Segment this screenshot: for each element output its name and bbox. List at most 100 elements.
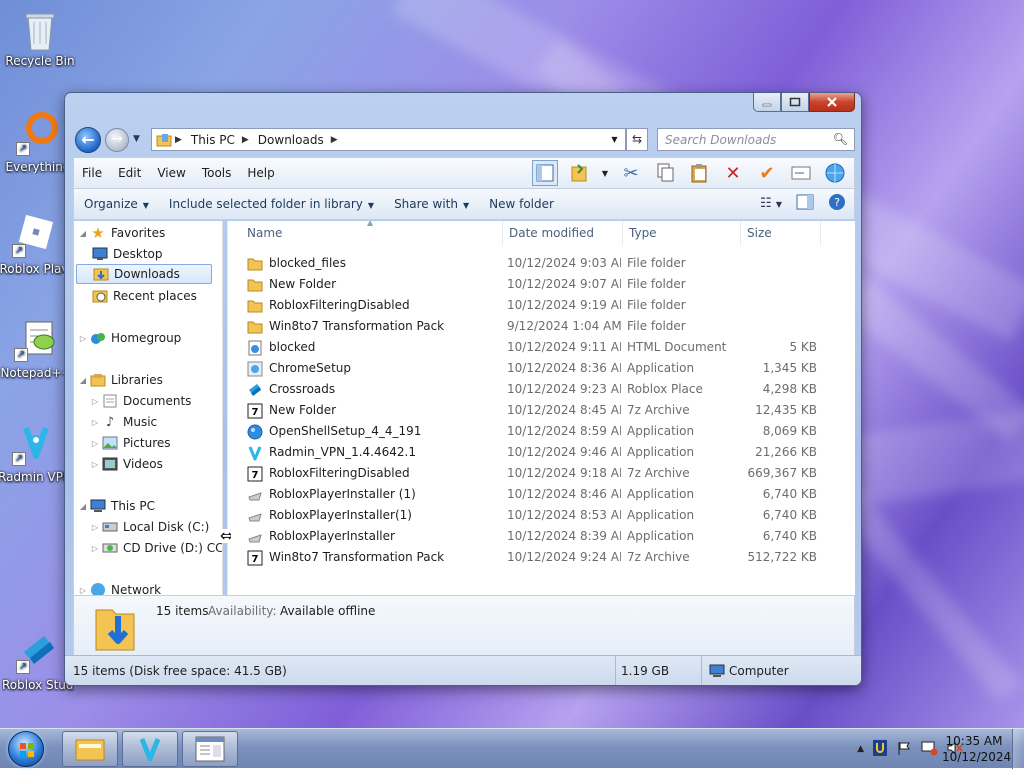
nav-libraries[interactable]: ◢ Libraries [78, 370, 163, 390]
forward-button[interactable]: → [105, 128, 129, 152]
file-row[interactable]: RobloxPlayerInstaller (1) 10/12/2024 8:46… [231, 484, 831, 505]
nav-downloads[interactable]: Downloads [76, 264, 212, 284]
file-row[interactable]: ChromeSetup 10/12/2024 8:36 AM Application… [231, 358, 831, 379]
file-row[interactable]: blocked 10/12/2024 9:11 AM HTML Document 5 … [231, 337, 831, 358]
column-header-date[interactable]: Date modified [503, 221, 623, 245]
cut-icon[interactable]: ✂ [618, 160, 644, 186]
menu-tools[interactable]: Tools [194, 166, 240, 180]
expand-arrow-icon[interactable]: ▷ [90, 418, 100, 427]
properties-dropdown-icon[interactable]: ▼ [600, 160, 610, 186]
nav-videos[interactable]: ▷ Videos [90, 454, 163, 474]
copy-icon[interactable] [652, 160, 678, 186]
view-options-icon[interactable]: ☷ ▼ [760, 196, 782, 211]
desktop-icon-notepad-plus-plus[interactable]: ↗ Notepad++ [0, 318, 72, 380]
start-button[interactable] [2, 729, 50, 769]
column-header-name[interactable]: Name [241, 221, 503, 245]
nav-local-disk[interactable]: ▷ Local Disk (C:) [90, 517, 209, 537]
nav-documents[interactable]: ▷ Documents [90, 391, 192, 411]
desktop-icon-radmin-vpn[interactable]: ↗ Radmin VPN [0, 422, 70, 484]
address-history-dropdown[interactable]: ▼ [604, 128, 626, 151]
folder-icon [247, 319, 263, 335]
window-controls [753, 93, 855, 112]
include-in-library-button[interactable]: Include selected folder in library ▼ [159, 197, 384, 211]
file-row[interactable]: 7 New Folder 10/12/2024 8:45 AM 7z Archive 1… [231, 400, 831, 421]
nav-this-pc[interactable]: ◢ This PC [78, 496, 155, 516]
nav-recent-places[interactable]: Recent places [90, 286, 197, 306]
expand-arrow-icon[interactable]: ▷ [90, 439, 100, 448]
expand-arrow-icon[interactable]: ◢ [78, 229, 88, 238]
menu-edit[interactable]: Edit [110, 166, 149, 180]
expand-arrow-icon[interactable]: ◢ [78, 502, 88, 511]
expand-arrow-icon[interactable]: ▷ [90, 523, 100, 532]
tray-app-icon[interactable] [872, 739, 888, 760]
explorer-window[interactable]: ← → ▼ ▶ This PC ▶ Downloads ▶ ▼ ⇆ Search… [64, 92, 862, 686]
address-bar[interactable]: ▶ This PC ▶ Downloads ▶ [151, 128, 625, 151]
expand-arrow-icon[interactable]: ▷ [90, 544, 100, 553]
menu-help[interactable]: Help [239, 166, 282, 180]
column-header-size[interactable]: Size [741, 221, 821, 245]
close-button[interactable] [809, 93, 855, 112]
properties-icon[interactable] [566, 160, 592, 186]
column-header-type[interactable]: Type [623, 221, 741, 245]
checkmark-icon[interactable]: ✔ [754, 160, 780, 186]
desktop-icon-roblox-player[interactable]: ↗ Roblox Play [0, 214, 70, 276]
taskbar-explorer-button[interactable] [62, 731, 118, 767]
minimize-button[interactable] [753, 93, 781, 112]
rename-icon[interactable] [788, 160, 814, 186]
file-row[interactable]: 7 Win8to7 Transformation Pack 10/12/2024 9… [231, 547, 831, 568]
share-with-button[interactable]: Share with ▼ [384, 197, 479, 211]
nav-cd-drive[interactable]: ▷ CD Drive (D:) CC [90, 538, 223, 558]
clock[interactable]: 10:35 AM 10/12/2024 [942, 733, 1011, 765]
file-row[interactable]: OpenShellSetup_4_4_191 10/12/2024 8:59 AM… [231, 421, 831, 442]
file-row[interactable]: blocked_files 10/12/2024 9:03 AM File fold… [231, 253, 831, 274]
paste-icon[interactable] [686, 160, 712, 186]
menu-file[interactable]: File [74, 166, 110, 180]
breadcrumb-downloads[interactable]: Downloads [258, 133, 324, 147]
show-hidden-icons-icon[interactable]: ▲ [857, 744, 864, 754]
file-size: 669,367 KB [747, 466, 817, 480]
taskbar-radmin-vpn-button[interactable] [122, 731, 178, 767]
nav-music[interactable]: ▷ ♪ Music [90, 412, 157, 432]
search-icon[interactable]: 🔍︎ [833, 132, 848, 146]
network-status-icon[interactable] [920, 740, 938, 759]
file-type: File folder [627, 319, 686, 333]
file-row[interactable]: RobloxFilteringDisabled 10/12/2024 9:19 A… [231, 295, 831, 316]
nav-pictures[interactable]: ▷ Pictures [90, 433, 171, 453]
file-row[interactable]: Win8to7 Transformation Pack 9/12/2024 1:0… [231, 316, 831, 337]
preview-pane-icon[interactable] [532, 160, 558, 186]
expand-arrow-icon[interactable]: ▷ [90, 397, 100, 406]
file-row[interactable]: Radmin_VPN_1.4.4642.1 10/12/2024 9:46 AM A… [231, 442, 831, 463]
help-icon[interactable]: ? [828, 193, 846, 214]
folder-icon [247, 298, 263, 314]
desktop-icon-recycle-bin[interactable]: Recycle Bin [4, 6, 76, 68]
file-row[interactable]: New Folder 10/12/2024 9:07 AM File folder [231, 274, 831, 295]
expand-arrow-icon[interactable]: ▷ [78, 334, 88, 343]
nav-favorites[interactable]: ◢ ★ Favorites [78, 223, 165, 243]
recent-locations-dropdown[interactable]: ▼ [133, 134, 143, 144]
back-button[interactable]: ← [75, 127, 101, 153]
nav-desktop[interactable]: Desktop [90, 244, 163, 264]
file-row[interactable]: 7 RobloxFilteringDisabled 10/12/2024 9:18 … [231, 463, 831, 484]
taskbar-window-button[interactable] [182, 731, 238, 767]
new-folder-button[interactable]: New folder [479, 197, 564, 211]
action-center-flag-icon[interactable] [896, 740, 912, 759]
globe-icon[interactable] [822, 160, 848, 186]
expand-arrow-icon[interactable]: ◢ [78, 376, 88, 385]
menu-view[interactable]: View [149, 166, 193, 180]
nav-homegroup[interactable]: ▷ Homegroup [78, 328, 181, 348]
organize-button[interactable]: Organize ▼ [74, 197, 159, 211]
refresh-button[interactable]: ⇆ [626, 128, 648, 151]
nav-network[interactable]: ▷ Network [78, 580, 161, 595]
breadcrumb-this-pc[interactable]: This PC [191, 133, 235, 147]
preview-pane-toggle-icon[interactable] [796, 194, 814, 213]
expand-arrow-icon[interactable]: ▷ [78, 586, 88, 595]
file-type: File folder [627, 277, 686, 291]
expand-arrow-icon[interactable]: ▷ [90, 460, 100, 469]
search-input[interactable]: Search Downloads 🔍︎ [657, 128, 855, 151]
show-desktop-button[interactable] [1012, 729, 1024, 769]
file-row[interactable]: Crossroads 10/12/2024 9:23 AM Roblox Place… [231, 379, 831, 400]
delete-icon[interactable]: ✕ [720, 160, 746, 186]
maximize-button[interactable] [781, 93, 809, 112]
file-row[interactable]: RobloxPlayerInstaller(1) 10/12/2024 8:53 … [231, 505, 831, 526]
file-row[interactable]: RobloxPlayerInstaller 10/12/2024 8:39 AM A… [231, 526, 831, 547]
